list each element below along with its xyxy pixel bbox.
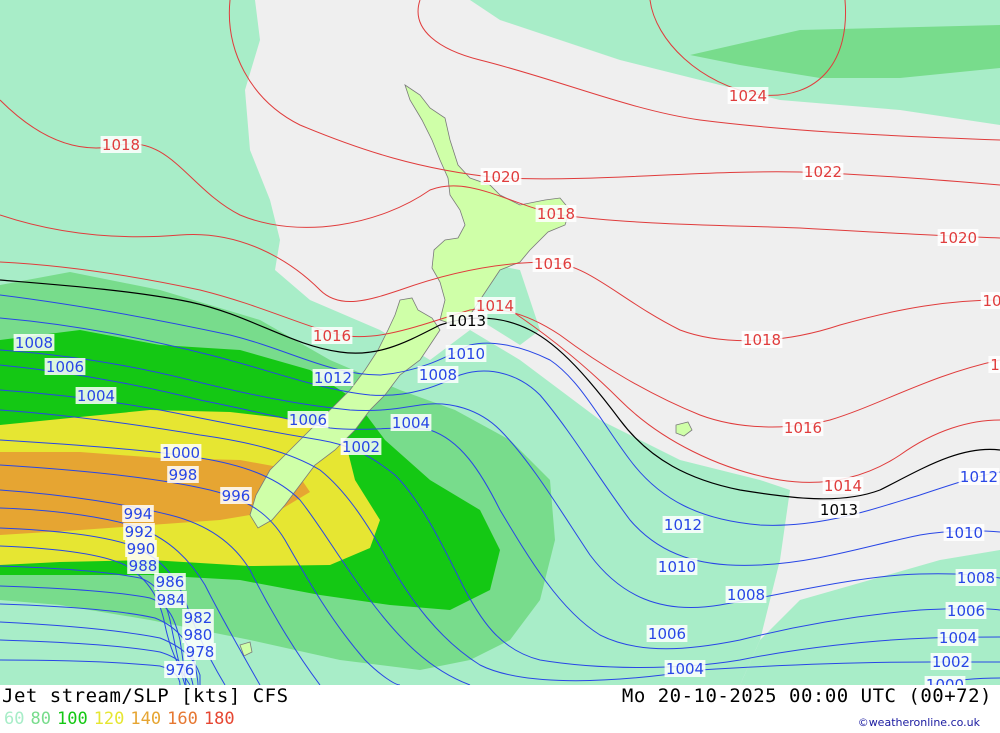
legend-value: 80 (30, 709, 51, 729)
isobar-label: 1008 (957, 569, 995, 587)
isobar-label: 1024 (729, 87, 767, 105)
isobar-label: 1018 (102, 136, 140, 154)
isobar-label: 1016 (534, 255, 572, 273)
isobar-label: 986 (156, 573, 185, 591)
isobar-label: 1020 (939, 229, 977, 247)
isobar-label: 1013 (820, 501, 858, 519)
isobar-label: 1012 (960, 468, 998, 486)
legend-value: 60 (4, 709, 25, 729)
isobar-label: 1006 (947, 602, 985, 620)
isobar-label: 1004 (77, 387, 115, 405)
isobar-label: 978 (186, 643, 215, 661)
isobar-label: 1006 (289, 411, 327, 429)
isobar-label: 1008 (15, 334, 53, 352)
isobar-label: 10 (982, 292, 1000, 310)
isobar-label: 992 (125, 523, 154, 541)
isobar-label: 1008 (727, 586, 765, 604)
legend-value: 160 (167, 709, 198, 729)
isobar-label: 988 (129, 557, 158, 575)
isobar-label: 1008 (419, 366, 457, 384)
isobar-label: 1018 (743, 331, 781, 349)
isobar-label: 980 (184, 626, 213, 644)
legend-value: 140 (130, 709, 162, 729)
isobar-label: 1010 (658, 558, 696, 576)
isobar-label: 1012 (664, 516, 702, 534)
isobar-label: 1004 (666, 660, 704, 678)
legend-value: 100 (56, 709, 88, 729)
legend-value: 120 (93, 709, 125, 729)
isobar-label: 1010 (447, 345, 485, 363)
isobar-label: 994 (124, 505, 153, 523)
isobar-label: 1004 (392, 414, 430, 432)
credit-text[interactable]: ©weatheronline.co.uk (858, 716, 980, 729)
speed-legend: 60 80 100 120 140 160 180 (4, 709, 241, 729)
weather-map: 1024 1018 1020 1022 1018 1020 1016 1014 1016 1018… (0, 0, 1000, 685)
isobar-label: 1022 (804, 163, 842, 181)
isobar-label: 1010 (945, 524, 983, 542)
isobar-label: 996 (222, 487, 251, 505)
isobar-label: 1002 (932, 653, 970, 671)
isobar-label: 1016 (313, 327, 351, 345)
isobar-label: 990 (127, 540, 156, 558)
isobar-label: 1020 (482, 168, 520, 186)
isobar-label: 1014 (824, 477, 862, 495)
isobar-label: 998 (169, 466, 198, 484)
isobar-label: 1018 (537, 205, 575, 223)
isobar-label: 1012 (314, 369, 352, 387)
legend-value: 180 (203, 709, 235, 729)
isobar-label: 1004 (939, 629, 977, 647)
footer: Jet stream/SLP [kts] CFS Mo 20-10-2025 0… (0, 685, 1000, 733)
isobar-label: 1016 (784, 419, 822, 437)
isobar-label: 1002 (342, 438, 380, 456)
isobar-label: 1 (990, 356, 1000, 374)
map-title: Jet stream/SLP [kts] CFS (2, 685, 289, 707)
isobar-label: 1006 (648, 625, 686, 643)
map-datetime: Mo 20-10-2025 00:00 UTC (00+72) (621, 685, 992, 707)
isobar-label: 1006 (46, 358, 84, 376)
isobar-label: 976 (166, 661, 195, 679)
isobar-label: 1000 (162, 444, 200, 462)
isobar-label: 1000 (926, 676, 964, 685)
isobar-label: 984 (157, 591, 186, 609)
isobar-label: 982 (184, 609, 213, 627)
isobar-label: 1013 (448, 312, 486, 330)
